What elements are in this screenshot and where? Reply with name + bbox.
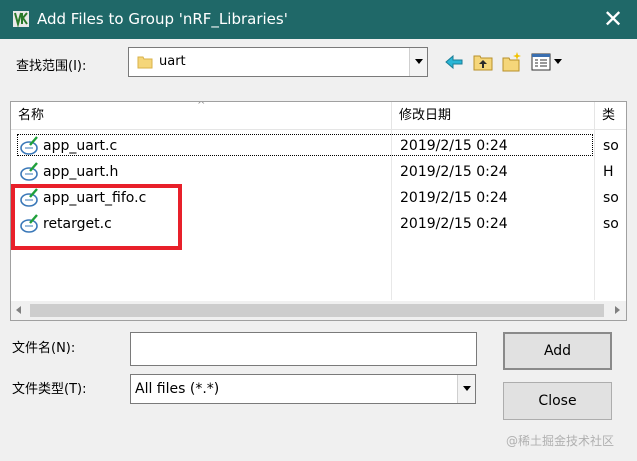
- file-name: app_uart_fifo.c: [43, 190, 147, 206]
- file-list[interactable]: 名称 ^ 修改日期 类 app_uart.c 2019/2/15 0:24 so…: [10, 101, 627, 321]
- c-header-file-icon: [19, 162, 41, 182]
- file-type: H: [603, 164, 614, 180]
- file-row[interactable]: app_uart.h 2019/2/15 0:24 H: [11, 159, 626, 185]
- file-name: app_uart.h: [43, 164, 119, 180]
- new-folder-icon[interactable]: [501, 51, 523, 73]
- close-button[interactable]: Close: [503, 382, 612, 420]
- file-date: 2019/2/15 0:24: [400, 138, 508, 154]
- sort-ascending-icon: ^: [197, 101, 206, 111]
- file-name: app_uart.c: [43, 138, 118, 154]
- scroll-left-icon[interactable]: [11, 301, 28, 320]
- column-header-type[interactable]: 类: [595, 102, 626, 130]
- horizontal-scrollbar[interactable]: [11, 301, 626, 320]
- look-in-value: uart: [159, 54, 186, 69]
- file-type: so: [603, 216, 619, 232]
- c-source-file-icon: [19, 136, 41, 156]
- view-menu-icon[interactable]: [530, 51, 566, 73]
- file-row[interactable]: retarget.c 2019/2/15 0:24 so: [11, 211, 626, 237]
- file-type: so: [603, 138, 619, 154]
- file-date: 2019/2/15 0:24: [400, 216, 508, 232]
- up-folder-icon[interactable]: [472, 51, 494, 73]
- filetype-select[interactable]: All files (*.*): [130, 374, 476, 404]
- filename-input[interactable]: [130, 332, 477, 366]
- title-bar: Add Files to Group 'nRF_Libraries' ✕: [0, 0, 637, 39]
- file-row[interactable]: app_uart_fifo.c 2019/2/15 0:24 so: [11, 185, 626, 211]
- close-window-button[interactable]: ✕: [598, 6, 628, 32]
- c-source-file-icon: [19, 214, 41, 234]
- look-in-combo[interactable]: uart: [128, 47, 428, 77]
- scroll-right-icon[interactable]: [609, 301, 626, 320]
- filetype-value: All files (*.*): [135, 381, 220, 397]
- chevron-down-icon[interactable]: [457, 375, 475, 403]
- column-header-date[interactable]: 修改日期: [392, 102, 594, 130]
- add-button[interactable]: Add: [503, 332, 612, 370]
- list-header: 名称 ^ 修改日期 类: [11, 101, 626, 130]
- keil-app-icon: [12, 10, 30, 28]
- file-row[interactable]: app_uart.c 2019/2/15 0:24 so: [11, 133, 626, 159]
- scrollbar-thumb[interactable]: [30, 304, 604, 317]
- look-in-label: 查找范围(I):: [16, 59, 87, 74]
- file-name: retarget.c: [43, 216, 112, 232]
- c-source-file-icon: [19, 188, 41, 208]
- back-icon[interactable]: [443, 51, 465, 73]
- window-title: Add Files to Group 'nRF_Libraries': [37, 10, 288, 28]
- folder-icon: [137, 54, 153, 70]
- file-date: 2019/2/15 0:24: [400, 190, 508, 206]
- filename-label: 文件名(N):: [12, 341, 76, 356]
- filetype-label: 文件类型(T):: [12, 382, 87, 397]
- file-date: 2019/2/15 0:24: [400, 164, 508, 180]
- chevron-down-icon[interactable]: [409, 48, 427, 76]
- file-type: so: [603, 190, 619, 206]
- watermark: @稀土掘金技术社区: [506, 434, 615, 448]
